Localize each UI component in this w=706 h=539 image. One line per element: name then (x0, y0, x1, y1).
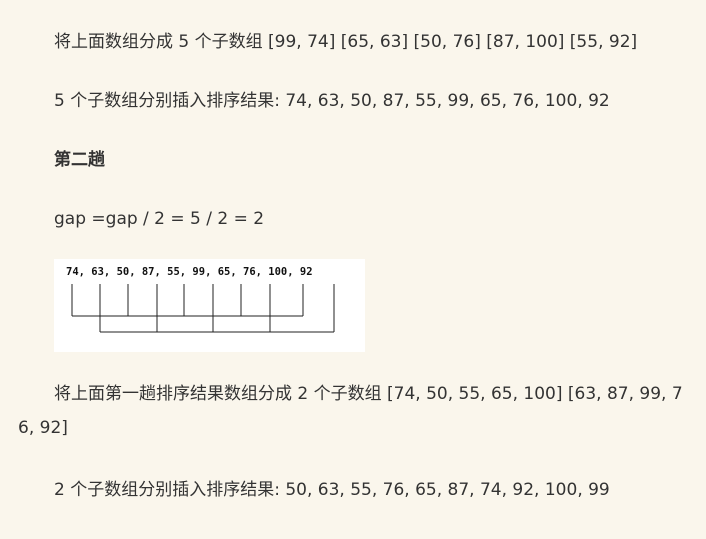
grouping-diagram-svg: 74, 63, 50, 87, 55, 99, 65, 76, 100, 92 (66, 266, 335, 333)
paragraph-result-two: 2 个子数组分别插入排序结果: 50, 63, 55, 76, 65, 87, … (54, 480, 610, 500)
paragraph-result-five: 5 个子数组分别插入排序结果: 74, 63, 50, 87, 55, 99, … (54, 91, 610, 111)
grouping-diagram: 74, 63, 50, 87, 55, 99, 65, 76, 100, 92 (54, 259, 365, 352)
paragraph-gap-formula: gap =gap / 2 = 5 / 2 = 2 (54, 209, 265, 229)
paragraph-split-two: 将上面第一趟排序结果数组分成 2 个子数组 [74, 50, 55, 65, 1… (18, 384, 683, 438)
section-heading: 第二趟 (54, 150, 105, 170)
diagram-sequence-label: 74, 63, 50, 87, 55, 99, 65, 76, 100, 92 (66, 266, 313, 278)
paragraph-split-five: 将上面数组分成 5 个子数组 [99, 74] [65, 63] [50, 76… (54, 32, 638, 52)
